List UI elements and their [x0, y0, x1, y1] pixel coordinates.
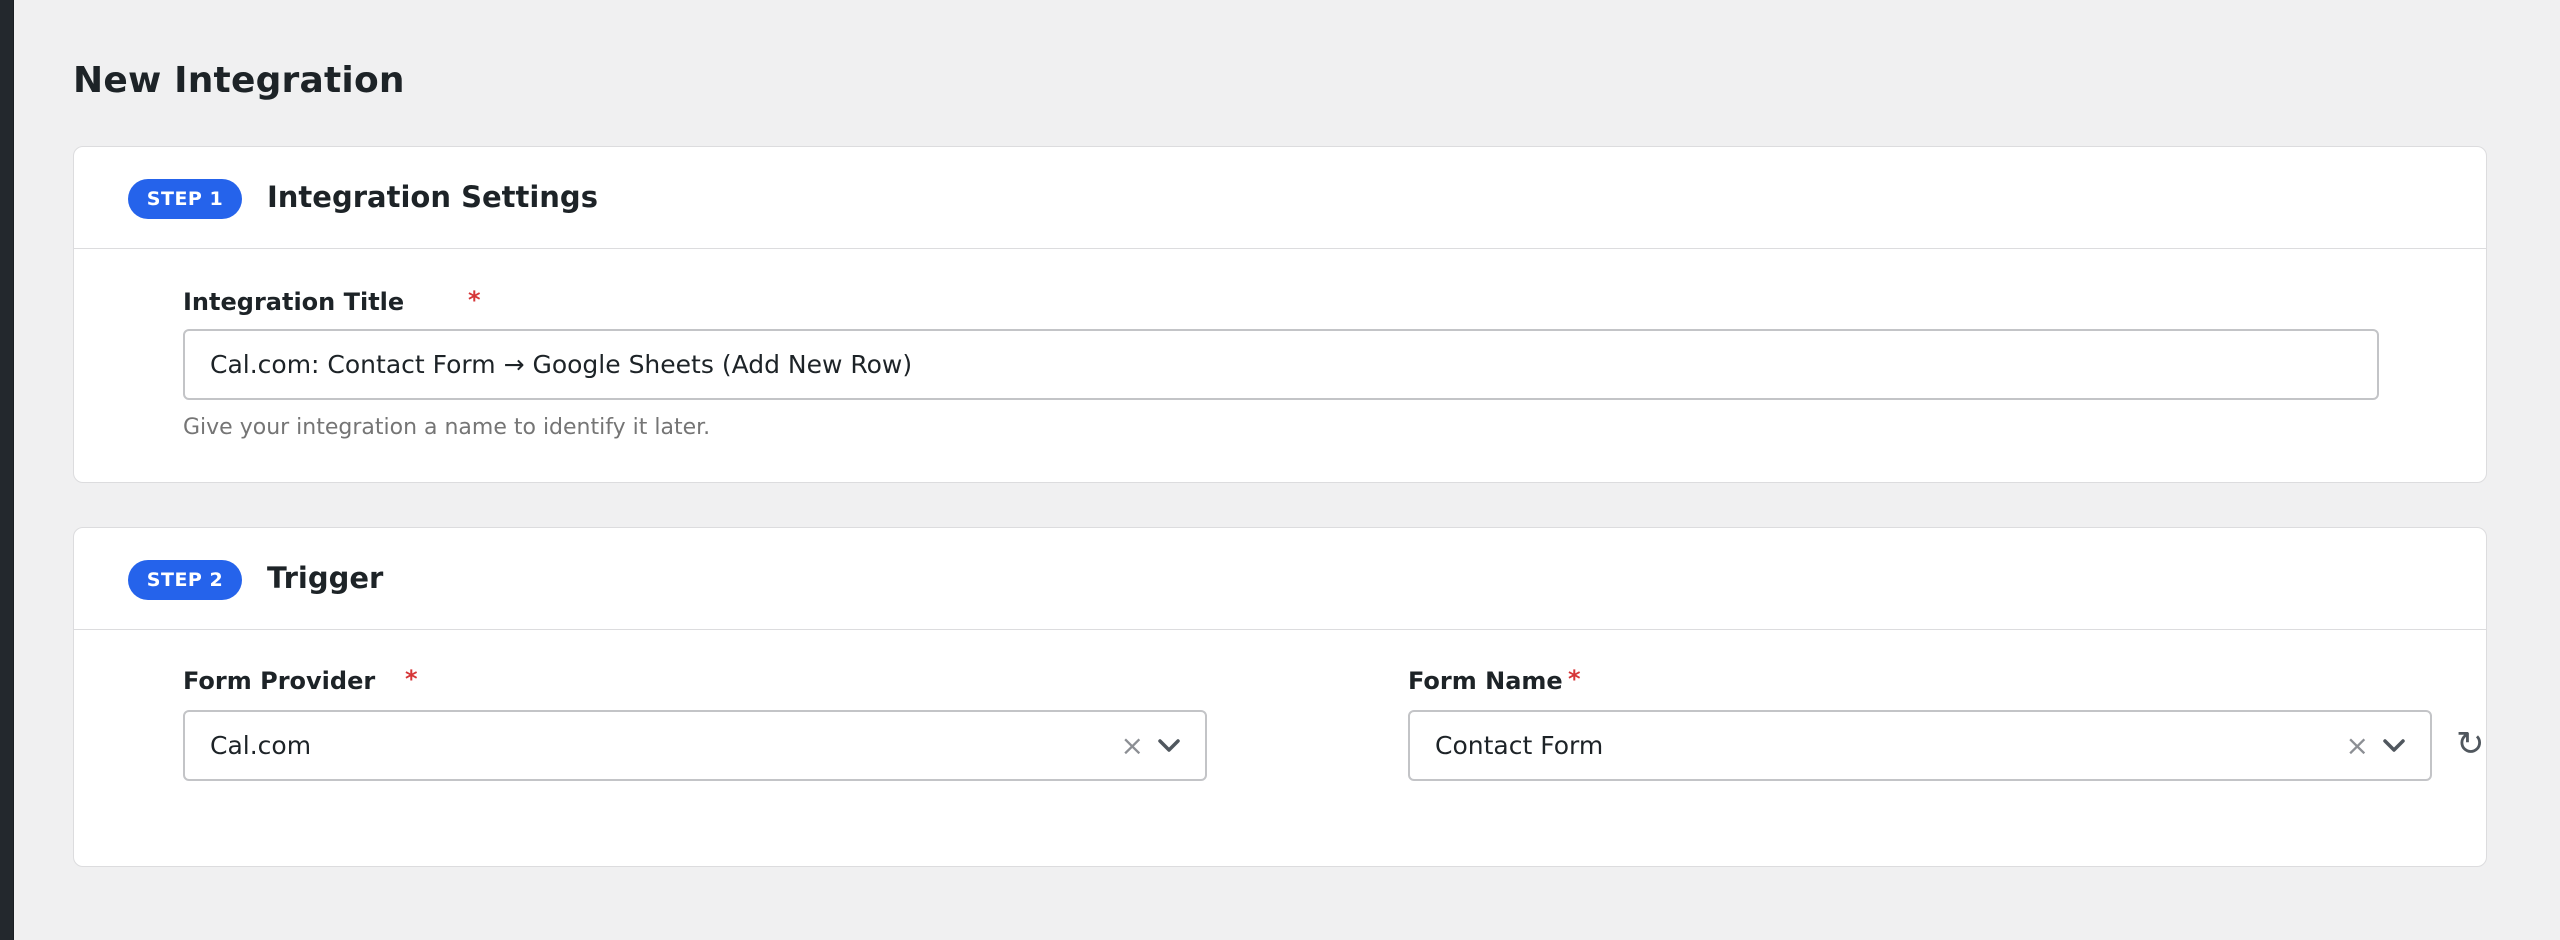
step-badge: STEP 1 [128, 179, 242, 219]
card-header: STEP 1 Integration Settings [74, 147, 2486, 249]
step-badge: STEP 2 [128, 560, 242, 600]
refresh-icon[interactable]: ↻ [2456, 724, 2485, 764]
clear-icon[interactable]: × [2346, 731, 2369, 760]
form-name-label: Form Name [1408, 667, 1563, 695]
card-header: STEP 2 Trigger [74, 528, 2486, 630]
admin-sidebar-edge [0, 0, 14, 940]
required-marker: * [468, 286, 481, 314]
page-title: New Integration [73, 60, 405, 101]
form-name-value: Contact Form [1435, 731, 1604, 760]
clear-icon[interactable]: × [1121, 731, 1144, 760]
chevron-down-icon[interactable] [2383, 738, 2405, 753]
required-marker: * [405, 665, 418, 693]
trigger-card: STEP 2 Trigger Form Provider * Cal.com ×… [73, 527, 2487, 867]
integration-title-help: Give your integration a name to identify… [183, 415, 711, 440]
integration-title-input[interactable] [183, 329, 2379, 400]
integration-settings-card: STEP 1 Integration Settings Integration … [73, 146, 2487, 483]
form-provider-select[interactable]: Cal.com × [183, 710, 1207, 781]
integration-title-label: Integration Title [183, 288, 405, 316]
form-provider-value: Cal.com [210, 731, 312, 760]
form-provider-label: Form Provider [183, 667, 376, 695]
card-title: Trigger [267, 561, 384, 595]
card-title: Integration Settings [267, 180, 598, 214]
form-name-select[interactable]: Contact Form × [1408, 710, 2432, 781]
required-marker: * [1568, 665, 1581, 693]
chevron-down-icon[interactable] [1158, 738, 1180, 753]
